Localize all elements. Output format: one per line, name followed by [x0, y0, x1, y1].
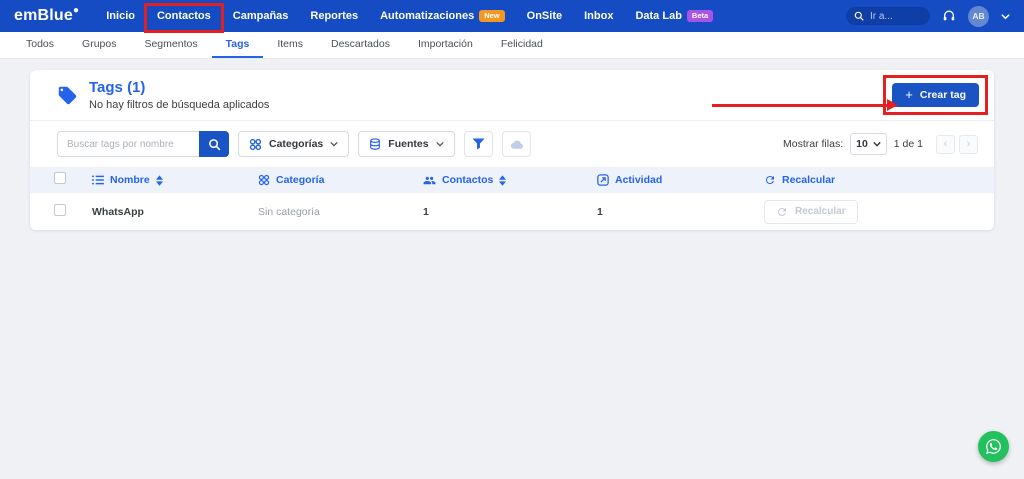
select-all-checkbox[interactable]	[54, 172, 66, 184]
beta-badge: Beta	[687, 10, 713, 22]
annotation-box-create-tag: + Crear tag	[883, 75, 988, 115]
tab-grupos[interactable]: Grupos	[68, 32, 130, 58]
table-header: Nombre Categoría Contactos Actividad Rec…	[30, 167, 994, 193]
nav-item-contactos[interactable]: Contactos	[146, 0, 222, 32]
nav-item-reportes[interactable]: Reportes	[299, 0, 369, 32]
page-title: Tags (1)	[89, 79, 269, 96]
funnel-icon	[472, 138, 485, 150]
filter-button[interactable]	[464, 131, 493, 157]
tag-contacts-cell: 1	[423, 206, 597, 218]
sources-dropdown[interactable]: Fuentes	[358, 131, 454, 157]
plus-icon: +	[905, 90, 913, 100]
whatsapp-fab[interactable]	[978, 431, 1009, 462]
nav-item-datalab[interactable]: Data Lab Beta	[624, 0, 724, 32]
tab-descartados[interactable]: Descartados	[317, 32, 404, 58]
chevron-down-icon	[436, 141, 444, 147]
tag-category-cell: Sin categoría	[258, 206, 423, 218]
tab-segmentos[interactable]: Segmentos	[130, 32, 211, 58]
rows-per-page-label: Mostrar filas:	[783, 138, 843, 150]
tag-search-input[interactable]	[57, 131, 199, 157]
column-header-categoria[interactable]: Categoría	[258, 174, 423, 186]
activity-icon	[597, 174, 609, 186]
nav-item-inicio[interactable]: Inicio	[95, 0, 146, 32]
tag-search-button[interactable]	[199, 131, 229, 157]
rows-per-page-select[interactable]: 10	[850, 133, 887, 155]
tab-importacion[interactable]: Importación	[404, 32, 487, 58]
contacts-tab-bar: Todos Grupos Segmentos Tags Items Descar…	[0, 32, 1024, 59]
annotation-arrow	[712, 99, 898, 111]
create-tag-button[interactable]: + Crear tag	[892, 83, 979, 107]
top-navbar: emBlue● Inicio Contactos Campañas Report…	[0, 0, 1024, 32]
chevron-down-icon[interactable]	[1001, 13, 1010, 20]
search-icon	[854, 11, 864, 21]
nav-item-onsite[interactable]: OnSite	[516, 0, 573, 32]
export-button[interactable]	[502, 131, 531, 157]
recalculate-button[interactable]: Recalcular	[764, 200, 858, 224]
filter-status-text: No hay filtros de búsqueda aplicados	[89, 99, 269, 111]
cloud-download-icon	[509, 139, 524, 150]
categories-grid-icon	[249, 138, 262, 151]
refresh-icon	[776, 206, 788, 218]
tab-felicidad[interactable]: Felicidad	[487, 32, 557, 58]
chevron-down-icon	[330, 141, 338, 147]
logo-dot: ●	[73, 5, 79, 16]
people-icon	[423, 175, 436, 186]
tab-tags[interactable]: Tags	[212, 32, 264, 58]
nav-item-automatizaciones[interactable]: Automatizaciones New	[369, 0, 516, 32]
nav-item-inbox[interactable]: Inbox	[573, 0, 624, 32]
whatsapp-icon	[985, 438, 1002, 455]
tab-todos[interactable]: Todos	[12, 32, 68, 58]
card-header: Tags (1) No hay filtros de búsqueda apli…	[30, 70, 994, 121]
page-range: 1 de 1	[894, 138, 923, 150]
column-header-nombre[interactable]: Nombre	[92, 174, 258, 186]
headset-icon[interactable]	[942, 9, 956, 23]
table-row: WhatsApp Sin categoría 1 1 Recalcular	[30, 193, 994, 230]
tags-card: Tags (1) No hay filtros de búsqueda apli…	[30, 70, 994, 230]
database-icon	[369, 138, 381, 151]
sort-nombre[interactable]	[156, 175, 163, 186]
tag-name-cell[interactable]: WhatsApp	[92, 206, 258, 218]
categories-dropdown[interactable]: Categorías	[238, 131, 349, 157]
column-header-contactos[interactable]: Contactos	[423, 174, 597, 186]
global-search	[846, 7, 930, 25]
tag-icon	[57, 85, 78, 106]
tab-items[interactable]: Items	[263, 32, 317, 58]
tag-activity-cell: 1	[597, 206, 764, 218]
search-icon	[208, 138, 221, 151]
sort-contactos[interactable]	[499, 175, 506, 186]
table-toolbar: Categorías Fuentes Mostrar filas: 10 1 d…	[30, 121, 994, 167]
list-icon	[92, 175, 104, 185]
nav-item-campanas[interactable]: Campañas	[222, 0, 300, 32]
prev-page-button[interactable]: ‹	[936, 135, 955, 154]
refresh-icon	[764, 174, 776, 186]
column-header-actividad[interactable]: Actividad	[597, 174, 764, 186]
row-checkbox[interactable]	[54, 204, 66, 216]
chevron-down-icon	[873, 141, 881, 147]
emblue-logo[interactable]: emBlue●	[14, 7, 79, 25]
next-page-button[interactable]: ›	[959, 135, 978, 154]
new-badge: New	[479, 10, 504, 22]
avatar[interactable]: AB	[968, 6, 989, 27]
categories-grid-icon	[258, 174, 270, 186]
column-header-recalcular[interactable]: Recalcular	[764, 174, 994, 186]
